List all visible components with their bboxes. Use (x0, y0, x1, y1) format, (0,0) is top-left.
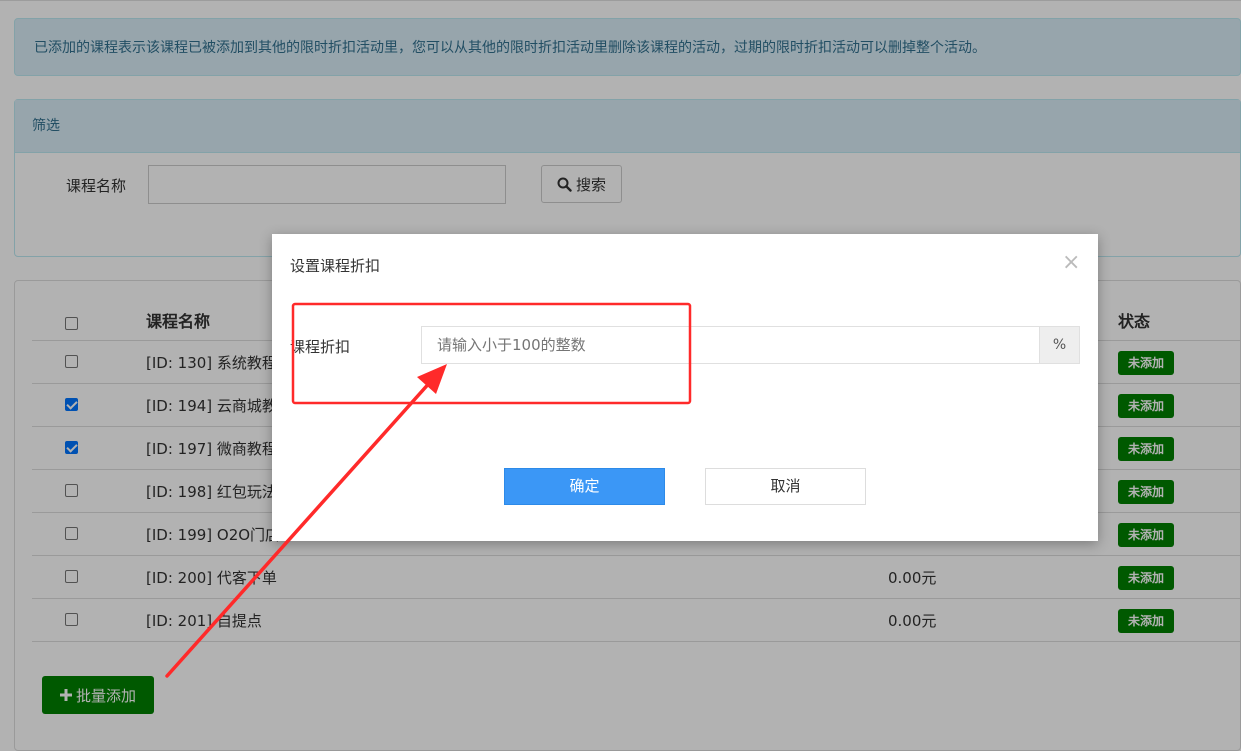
close-icon[interactable]: × (1062, 252, 1080, 274)
discount-modal: 设置课程折扣 × 课程折扣 % 确定 取消 (272, 234, 1098, 541)
percent-addon: % (1040, 326, 1080, 364)
discount-input[interactable] (421, 326, 1040, 364)
discount-label: 课程折扣 (290, 338, 351, 356)
confirm-button[interactable]: 确定 (504, 468, 665, 505)
modal-title: 设置课程折扣 (290, 257, 381, 275)
cancel-button[interactable]: 取消 (705, 468, 866, 505)
